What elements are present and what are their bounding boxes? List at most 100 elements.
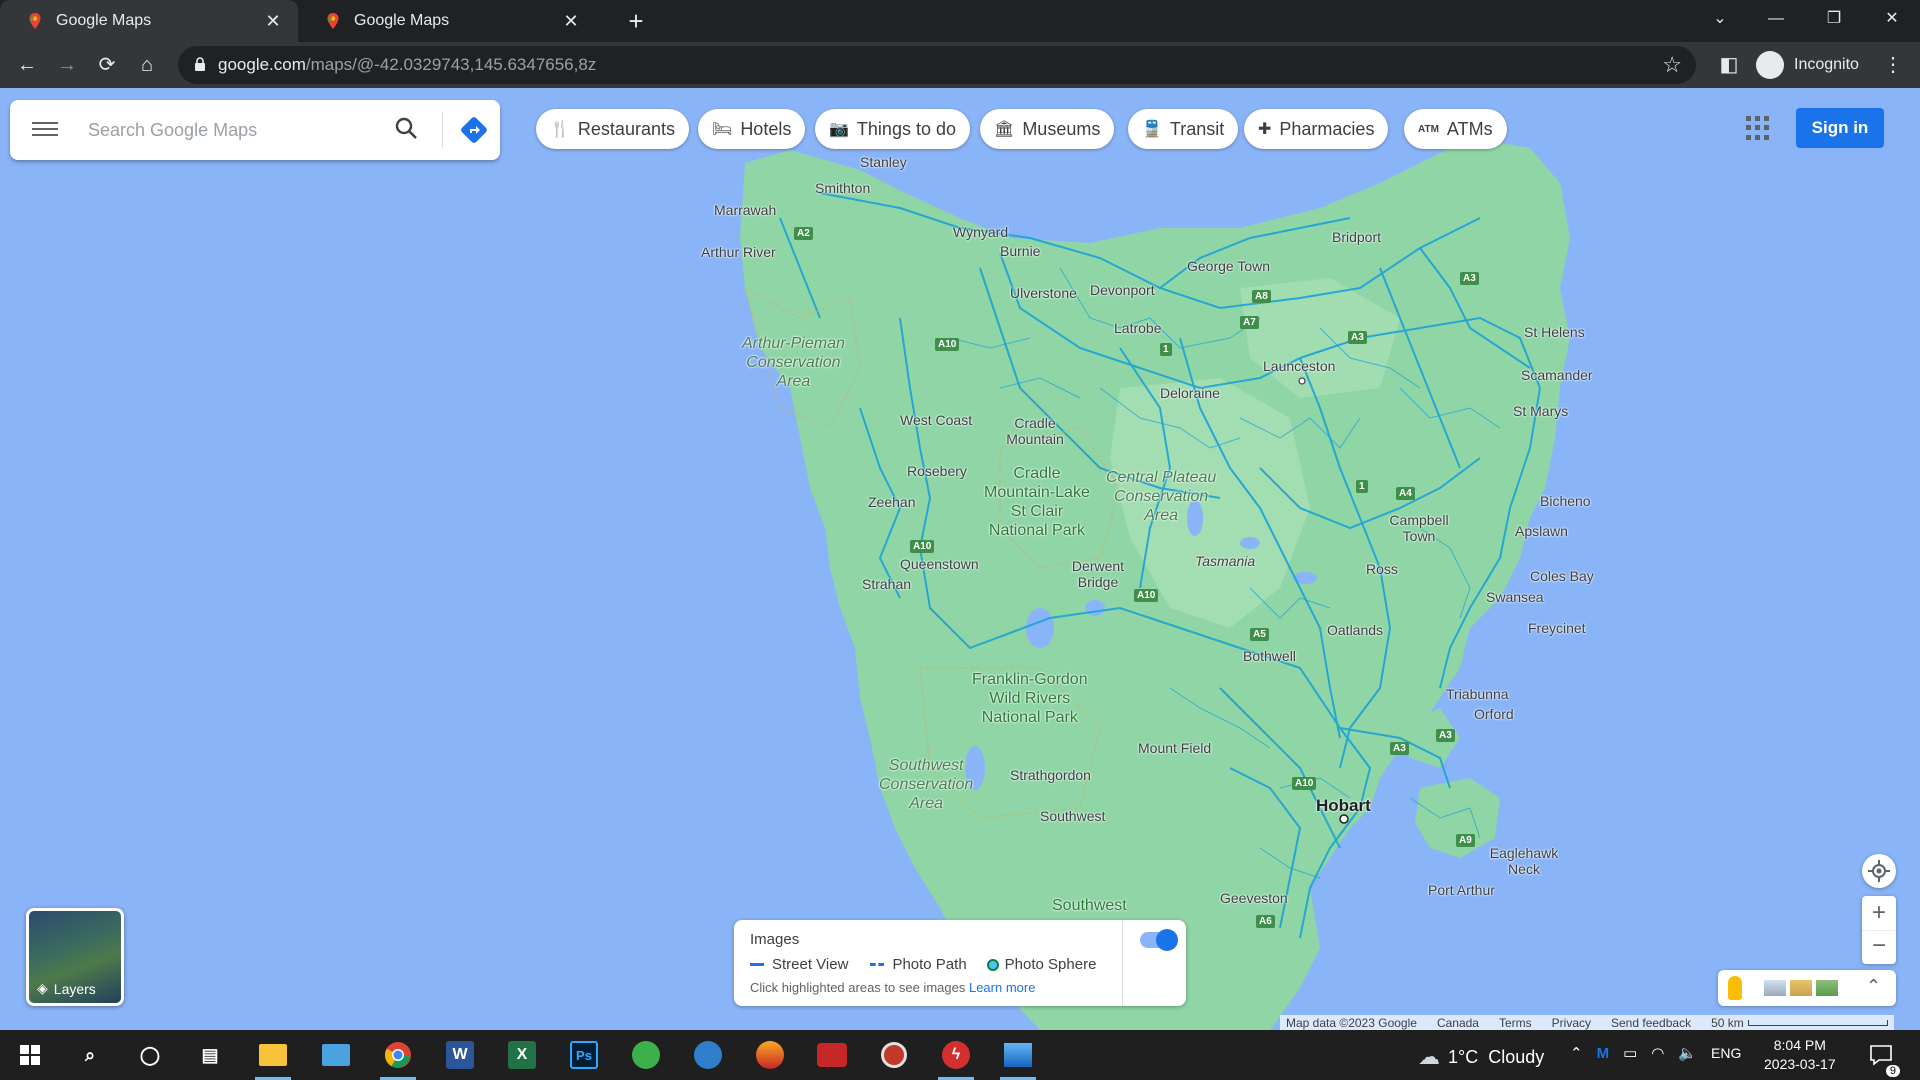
tab-google-maps-1[interactable]: Google Maps ✕ — [0, 0, 298, 42]
windows-start-icon[interactable] — [12, 1037, 48, 1073]
imagery-thumbnail-icon[interactable] — [1790, 980, 1812, 996]
place-label[interactable]: Arthur River — [701, 244, 776, 260]
place-label[interactable]: Rosebery — [907, 463, 967, 479]
park-label[interactable]: Southwest — [1052, 896, 1127, 915]
media-player-icon[interactable] — [876, 1037, 912, 1073]
forward-arrow-icon[interactable]: → — [52, 50, 82, 80]
place-label[interactable]: Wynyard — [953, 224, 1008, 240]
notifications-button[interactable]: 9 — [1868, 1042, 1900, 1077]
park-label[interactable]: Southwest Conservation Area — [879, 756, 973, 813]
place-label[interactable]: Stanley — [860, 154, 907, 170]
more-menu-icon[interactable]: ⋮ — [1878, 50, 1908, 80]
place-label[interactable]: Bicheno — [1540, 493, 1591, 509]
photos-icon[interactable] — [1000, 1037, 1036, 1080]
imagery-thumbnail-icon[interactable] — [1764, 980, 1786, 996]
place-label[interactable]: George Town — [1187, 258, 1270, 274]
my-location-button[interactable] — [1862, 854, 1896, 888]
clock[interactable]: 8:04 PM 2023-03-17 — [1764, 1036, 1836, 1074]
chip-atms[interactable]: ATM ATMs — [1404, 109, 1507, 149]
map-canvas[interactable]: Stanley Smithton Marrawah Arthur River W… — [0, 88, 1920, 1030]
chip-transit[interactable]: 🚆 Transit — [1128, 109, 1239, 149]
side-panel-icon[interactable]: ◧ — [1714, 50, 1744, 80]
park-label[interactable]: Franklin-Gordon Wild Rivers National Par… — [972, 670, 1088, 727]
close-tab-icon[interactable]: ✕ — [262, 10, 284, 32]
place-label[interactable]: Triabunna — [1446, 686, 1509, 702]
app-icon[interactable] — [690, 1037, 726, 1073]
directions-icon[interactable] — [460, 116, 488, 144]
place-label[interactable]: Devonport — [1090, 282, 1155, 298]
place-label[interactable]: Cradle Mountain — [1000, 415, 1070, 447]
place-label[interactable]: Zeehan — [868, 494, 915, 510]
terms-link[interactable]: Terms — [1499, 1016, 1532, 1030]
chip-restaurants[interactable]: 🍴 Restaurants — [536, 109, 689, 149]
new-tab-button[interactable]: + — [622, 8, 650, 36]
place-label[interactable]: West Coast — [900, 412, 972, 428]
place-label[interactable]: St Marys — [1513, 403, 1568, 419]
reload-icon[interactable]: ⟳ — [92, 50, 122, 80]
layers-button[interactable]: ◈ Layers — [26, 908, 124, 1006]
learn-more-link[interactable]: Learn more — [969, 980, 1035, 995]
excel-icon[interactable]: X — [504, 1037, 540, 1073]
app-icon[interactable] — [752, 1037, 788, 1073]
region-label[interactable]: Tasmania — [1195, 553, 1255, 569]
place-label[interactable]: Ulverstone — [1010, 285, 1077, 301]
battery-icon[interactable]: ▭ — [1623, 1044, 1637, 1062]
chip-pharmacies[interactable]: ✚ Pharmacies — [1244, 109, 1389, 149]
bookmark-star-icon[interactable]: ☆ — [1662, 52, 1682, 78]
park-label[interactable]: Arthur-Pieman Conservation Area — [742, 334, 845, 391]
address-bar[interactable]: google.com/maps/@-42.0329743,145.6347656… — [178, 46, 1696, 84]
pegman-icon[interactable] — [1728, 976, 1742, 1000]
place-label[interactable]: Bridport — [1332, 229, 1381, 245]
home-icon[interactable]: ⌂ — [132, 50, 162, 80]
chip-things-to-do[interactable]: 📷 Things to do — [815, 109, 970, 149]
sign-in-button[interactable]: Sign in — [1796, 108, 1884, 148]
place-label[interactable]: Burnie — [1000, 243, 1040, 259]
place-label[interactable]: Ross — [1366, 561, 1398, 577]
place-label[interactable]: Port Arthur — [1428, 882, 1495, 898]
app-icon[interactable] — [814, 1037, 850, 1073]
word-icon[interactable]: W — [442, 1037, 478, 1073]
chip-museums[interactable]: 🏛 Museums — [980, 109, 1115, 149]
country-link[interactable]: Canada — [1437, 1016, 1479, 1030]
chrome-icon[interactable] — [380, 1037, 416, 1080]
close-window-icon[interactable]: ✕ — [1864, 0, 1920, 40]
place-label[interactable]: Queenstown — [900, 556, 979, 572]
place-label[interactable]: Oatlands — [1327, 622, 1383, 638]
privacy-link[interactable]: Privacy — [1552, 1016, 1591, 1030]
wifi-icon[interactable]: ◠ — [1651, 1044, 1664, 1062]
volume-icon[interactable]: 🔈 — [1678, 1044, 1697, 1062]
task-view-icon[interactable]: ▤ — [192, 1037, 228, 1073]
imagery-thumbnail-icon[interactable] — [1816, 980, 1838, 996]
place-label[interactable]: St Helens — [1524, 324, 1585, 340]
park-label[interactable]: Cradle Mountain-Lake St Clair National P… — [984, 464, 1090, 540]
place-label[interactable]: Latrobe — [1114, 320, 1161, 336]
place-label[interactable]: Strahan — [862, 576, 911, 592]
google-apps-icon[interactable] — [1746, 116, 1770, 140]
city-label-hobart[interactable]: Hobart — [1316, 796, 1371, 816]
place-label[interactable]: Derwent Bridge — [1068, 558, 1128, 590]
place-label[interactable]: Marrawah — [714, 202, 776, 218]
hamburger-menu-icon[interactable] — [32, 118, 58, 142]
search-icon[interactable] — [394, 116, 420, 142]
place-label[interactable]: Coles Bay — [1530, 568, 1594, 584]
file-explorer-icon[interactable] — [255, 1037, 291, 1080]
place-label[interactable]: Bothwell — [1243, 648, 1296, 664]
chip-hotels[interactable]: 🛏 Hotels — [698, 109, 806, 149]
tab-search-icon[interactable]: ⌄ — [1692, 0, 1748, 40]
back-arrow-icon[interactable]: ← — [12, 50, 42, 80]
search-input[interactable] — [88, 114, 378, 146]
chevron-up-icon[interactable]: ⌃ — [1866, 976, 1881, 997]
place-label[interactable]: Launceston — [1263, 358, 1335, 374]
close-tab-icon[interactable]: ✕ — [560, 10, 582, 32]
send-feedback-link[interactable]: Send feedback — [1611, 1016, 1691, 1030]
cortana-icon[interactable]: ◯ — [132, 1037, 168, 1073]
zoom-out-button[interactable]: − — [1862, 930, 1896, 964]
place-label[interactable]: Strathgordon — [1010, 767, 1091, 783]
place-label[interactable]: Orford — [1474, 706, 1514, 722]
flash-app-icon[interactable]: ϟ — [938, 1037, 974, 1080]
incognito-profile-button[interactable]: Incognito — [1756, 48, 1859, 82]
search-icon[interactable]: ⌕ — [72, 1037, 108, 1073]
control-panel-icon[interactable] — [318, 1037, 354, 1073]
tab-google-maps-2[interactable]: Google Maps ✕ — [298, 0, 596, 42]
chevron-up-icon[interactable]: ⌃ — [1570, 1044, 1583, 1062]
